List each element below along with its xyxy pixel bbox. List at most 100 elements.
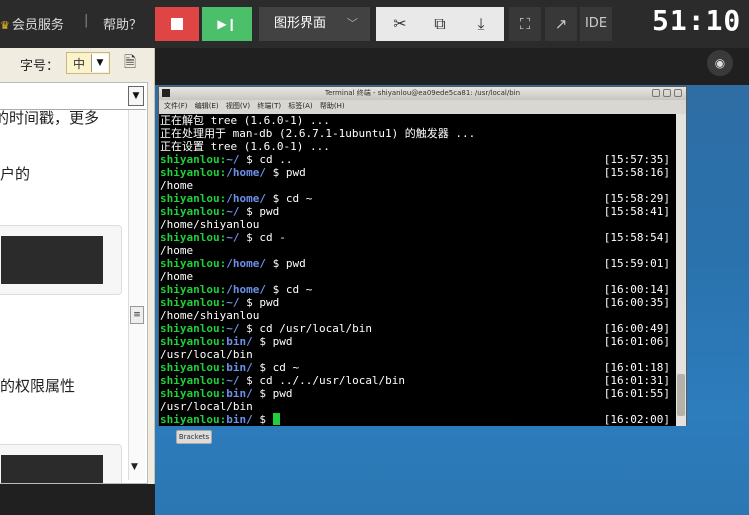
terminal-line: shiyanlou:/home/ $ cd ~ [15:58:29] <box>160 192 672 205</box>
next-button[interactable]: ▶❙ <box>202 7 252 41</box>
tool-group: ✂ ⧉ ⤓ <box>376 7 504 41</box>
terminal-line: shiyanlou:~/ $ cd - [15:58:54] <box>160 231 672 244</box>
prompt-path: /home/ <box>226 192 266 205</box>
stop-button[interactable] <box>155 7 199 41</box>
screen-share-icon[interactable]: ⧉ <box>419 7 461 41</box>
fullscreen-icon[interactable]: ⛶ <box>509 7 541 41</box>
prompt-user: shiyanlou: <box>160 361 227 374</box>
separator: | <box>84 13 89 28</box>
open-external-icon[interactable]: ↗ <box>545 7 577 41</box>
terminal-line: shiyanlou:bin/ $ [16:02:00] <box>160 413 672 426</box>
prompt-command: $ cd /usr/local/bin <box>239 322 372 335</box>
terminal-output-text: /usr/local/bin <box>160 400 253 413</box>
prompt-timestamp: [16:01:18] <box>603 361 670 374</box>
terminal-output-text: 正在处理用于 man-db (2.6.7.1-1ubuntu1) 的触发器 ..… <box>160 127 476 140</box>
prompt-command: $ <box>252 413 273 426</box>
prompt-timestamp: [16:02:00] <box>603 413 670 426</box>
prompt-timestamp: [16:01:06] <box>603 335 670 348</box>
menu-edit[interactable]: 编辑(E) <box>195 102 219 110</box>
ide-button[interactable]: IDE <box>580 7 612 41</box>
menu-file[interactable]: 文件(F) <box>164 102 188 110</box>
terminal-line: shiyanlou:~/ $ cd ../../usr/local/bin [16… <box>160 374 672 387</box>
prompt-user: shiyanlou: <box>160 205 227 218</box>
terminal-output-text: /home <box>160 270 194 283</box>
prompt-path: ~/ <box>226 205 240 218</box>
terminal-line: shiyanlou:~/ $ pwd [15:58:41] <box>160 205 672 218</box>
terminal-line: /home/shiyanlou <box>160 309 672 322</box>
maximize-icon[interactable] <box>663 89 671 97</box>
terminal-line: shiyanlou:~/ $ cd /usr/local/bin [16:00:4… <box>160 322 672 335</box>
chevron-down-icon: ﹀ <box>347 17 358 30</box>
document-icon[interactable]: 🗎 <box>124 52 136 77</box>
prompt-command: $ cd ~ <box>265 283 313 296</box>
font-size-select[interactable]: 中 ▼ <box>66 52 110 74</box>
lesson-content: ▼ 的时间戳，更多 户的 的权限属性 ≡ ▼ <box>0 82 148 484</box>
prompt-command: $ pwd <box>252 335 293 348</box>
terminal-line: shiyanlou:bin/ $ pwd [16:01:55] <box>160 387 672 400</box>
prompt-command: $ cd ~ <box>252 361 300 374</box>
menu-view[interactable]: 视图(V) <box>226 102 250 110</box>
terminal-output-text: /usr/local/bin <box>160 348 253 361</box>
terminal-cursor <box>272 413 280 425</box>
terminal-output[interactable]: 正在解包 tree (1.6.0-1) ... 正在处理用于 man-db (2.… <box>159 114 676 426</box>
scroll-grip-icon[interactable]: ≡ <box>130 306 144 324</box>
prompt-timestamp: [16:00:49] <box>603 322 670 335</box>
prompt-command: $ pwd <box>252 387 293 400</box>
mode-dropdown[interactable]: 图形界面 ﹀ <box>259 7 370 41</box>
terminal-line: /usr/local/bin <box>160 400 672 413</box>
terminal-line: /usr/local/bin <box>160 348 672 361</box>
prompt-path: ~/ <box>226 322 240 335</box>
menu-tabs[interactable]: 标签(A) <box>288 102 312 110</box>
terminal-line: shiyanlou:~/ $ pwd [16:00:35] <box>160 296 672 309</box>
terminal-line: shiyanlou:bin/ $ cd ~ [16:01:18] <box>160 361 672 374</box>
lesson-panel: 字号： 中 ▼ 🗎 ▼ 的时间戳，更多 户的 的权限属性 ≡ ▼ <box>0 48 155 484</box>
close-icon[interactable] <box>674 89 682 97</box>
terminal-line: /home <box>160 244 672 257</box>
prompt-user: shiyanlou: <box>160 231 227 244</box>
prompt-timestamp: [16:01:31] <box>603 374 670 387</box>
scroll-thumb[interactable] <box>677 374 685 416</box>
mode-label: 图形界面 <box>274 16 327 31</box>
crown-icon: ♛ <box>0 19 10 32</box>
prompt-path: ~/ <box>226 374 240 387</box>
prompt-timestamp: [16:00:14] <box>603 283 670 296</box>
help-link[interactable]: 帮助？ <box>103 14 142 33</box>
vertical-scrollbar[interactable]: ≡ ▼ <box>128 110 145 480</box>
scroll-down-icon[interactable]: ▼ <box>131 462 138 472</box>
terminal-menubar: 文件(F) 编辑(E) 视图(V) 终端(T) 标签(A) 帮助(H) <box>159 100 686 113</box>
terminal-window[interactable]: Terminal 终端 - shiyanlou@ea09ede5ca81: /u… <box>158 86 687 426</box>
download-icon[interactable]: ⤓ <box>460 7 502 41</box>
skip-next-icon: ▶❙ <box>217 17 237 31</box>
terminal-title: Terminal 终端 - shiyanlou@ea09ede5ca81: /u… <box>324 89 521 97</box>
terminal-output-text: /home <box>160 244 194 257</box>
prompt-path: ~/ <box>226 231 240 244</box>
prompt-path: /home/ <box>226 283 266 296</box>
terminal-line: shiyanlou:bin/ $ pwd [16:01:06] <box>160 335 672 348</box>
lesson-text: 的时间戳，更多 <box>0 109 100 127</box>
terminal-scrollbar[interactable] <box>676 114 686 426</box>
code-block <box>0 225 122 295</box>
stop-icon <box>171 18 183 30</box>
eye-icon[interactable]: ◉ <box>707 50 733 76</box>
menu-help[interactable]: 帮助(H) <box>320 102 345 110</box>
minimize-icon[interactable] <box>652 89 660 97</box>
prompt-path: bin/ <box>226 413 253 426</box>
prompt-path: /home/ <box>226 257 266 270</box>
terminal-output-text: 正在解包 tree (1.6.0-1) ... <box>160 114 330 127</box>
code-block-content <box>1 236 103 284</box>
terminal-output-text: /home/shiyanlou <box>160 218 260 231</box>
brackets-taskbar-button[interactable]: Brackets <box>176 430 212 444</box>
prompt-user: shiyanlou: <box>160 192 227 205</box>
terminal-line: 正在处理用于 man-db (2.6.7.1-1ubuntu1) 的触发器 ..… <box>160 127 672 140</box>
prompt-path: bin/ <box>226 361 253 374</box>
terminal-titlebar[interactable]: Terminal 终端 - shiyanlou@ea09ede5ca81: /u… <box>159 87 686 100</box>
chevron-down-icon: ▼ <box>91 54 108 72</box>
prompt-path: bin/ <box>226 387 253 400</box>
vip-service-link[interactable]: ♛ 会员服务 <box>0 14 64 33</box>
menu-terminal[interactable]: 终端(T) <box>257 102 281 110</box>
scissors-icon[interactable]: ✂ <box>379 7 421 41</box>
prompt-user: shiyanlou: <box>160 153 227 166</box>
lesson-text: 的权限属性 <box>0 377 76 395</box>
prompt-user: shiyanlou: <box>160 257 227 270</box>
section-select[interactable]: ▼ <box>0 83 146 110</box>
